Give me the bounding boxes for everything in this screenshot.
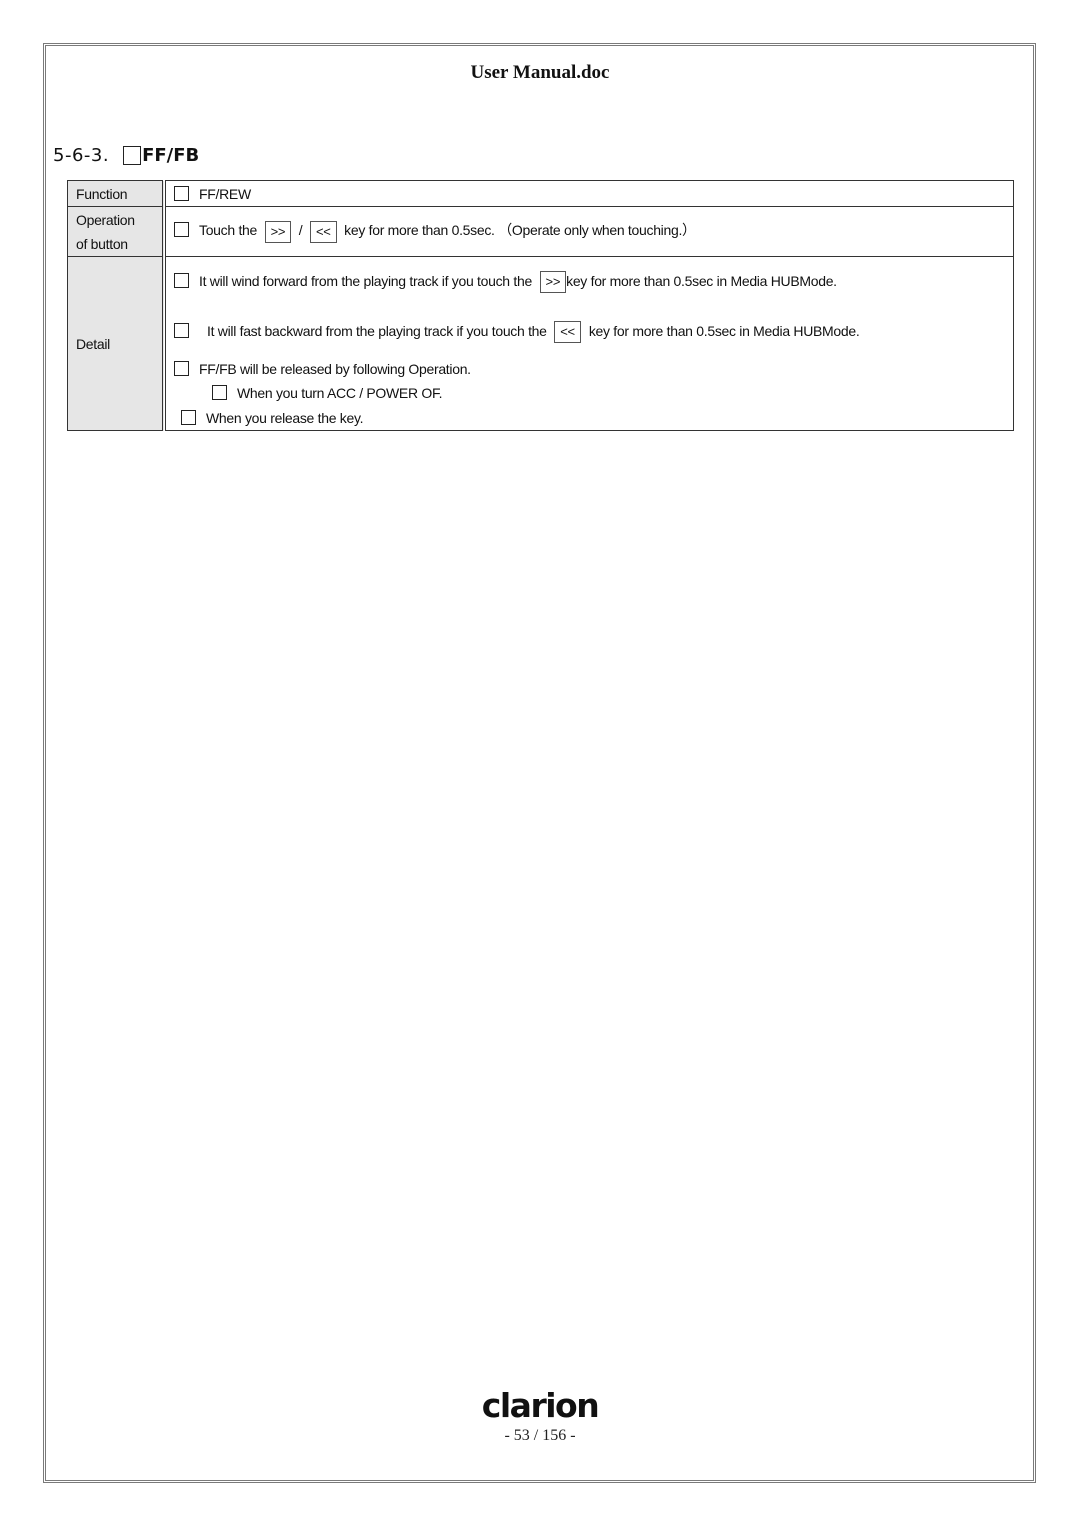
checkbox-icon — [174, 273, 189, 288]
section-title: FF/FB — [142, 145, 200, 166]
checkbox-icon — [123, 146, 142, 165]
checkbox-icon — [181, 410, 196, 425]
release-intro: FF/FB will be released by following Oper… — [174, 357, 1005, 381]
function-text: FF/REW — [199, 185, 251, 202]
detail-item-text: It will wind forward from the playing tr… — [199, 273, 532, 289]
detail-item: It will fast backward from the playing t… — [174, 319, 1005, 344]
rewind-key-icon: << — [554, 321, 581, 344]
detail-label: Detail — [67, 256, 166, 431]
release-item-text: When you release the key. — [206, 410, 364, 426]
detail-item-suffix: key for more than 0.5sec in Media HUBMod… — [588, 323, 860, 339]
operation-label-line2: of button — [76, 235, 128, 252]
operation-suffix: key for more than 0.5sec. （Operate only … — [344, 222, 696, 239]
fast-forward-key-icon: >> — [264, 220, 292, 243]
operation-label: Operation of button — [67, 206, 166, 257]
checkbox-icon — [174, 323, 189, 338]
key-separator: / — [298, 222, 303, 239]
section-heading: 5-6-3. FF/FB — [53, 145, 199, 166]
clarion-logo: clarion — [481, 1386, 600, 1425]
operation-label-line1: Operation — [76, 211, 135, 228]
fast-forward-key-icon: >> — [539, 271, 567, 294]
checkbox-icon — [174, 185, 189, 201]
table-row-function: Function FF/REW — [67, 180, 1014, 207]
detail-value: It will wind forward from the playing tr… — [163, 256, 1014, 431]
table-row-operation: Operation of button Touch the >> / << ke… — [67, 206, 1014, 257]
rewind-key-icon: << — [309, 220, 337, 243]
checkbox-icon — [212, 385, 227, 400]
detail-item: It will wind forward from the playing tr… — [174, 269, 1005, 294]
operation-prefix: Touch the — [199, 222, 258, 239]
checkbox-icon — [174, 361, 189, 376]
release-item: When you turn ACC / POWER OF. — [174, 381, 1005, 406]
spec-table: Function FF/REW Operation of button Touc… — [67, 180, 1014, 431]
detail-item-text: It will fast backward from the playing t… — [207, 323, 547, 339]
release-intro-text: FF/FB will be released by following Oper… — [199, 361, 471, 377]
operation-value: Touch the >> / << key for more than 0.5s… — [163, 206, 1014, 257]
function-value: FF/REW — [163, 180, 1014, 207]
release-item: When you release the key. — [173, 406, 1005, 430]
detail-item-suffix: key for more than 0.5sec in Media HUBMod… — [566, 273, 837, 289]
function-label: Function — [67, 180, 166, 207]
document-title: User Manual.doc — [470, 62, 610, 83]
section-number: 5-6-3. — [53, 145, 110, 166]
page-number: - 53 / 156 - — [504, 1427, 576, 1444]
release-item-text: When you turn ACC / POWER OF. — [237, 385, 443, 401]
checkbox-icon — [174, 222, 189, 238]
table-row-detail: Detail It will wind forward from the pla… — [67, 256, 1014, 431]
